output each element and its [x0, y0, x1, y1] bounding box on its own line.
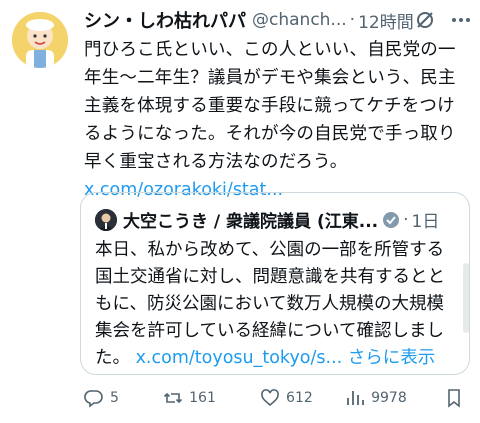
- quote-line: 集会を許可している経緯について確認しまし: [95, 321, 444, 341]
- reply-count: 5: [110, 390, 119, 406]
- reply-icon: [84, 390, 103, 408]
- bookmark-icon: [448, 389, 460, 408]
- tweet-text: 門ひろこ氏といい、この人といい、自民党の一 年生〜二年生？議員がデモや集会という…: [84, 36, 470, 176]
- retweet-icon: [164, 392, 183, 404]
- verified-badge-icon: [382, 211, 400, 229]
- grok-icon[interactable]: [414, 9, 436, 31]
- bookmark-button[interactable]: [444, 388, 470, 408]
- tweet-line: 早く重宝される方法なのだろう。: [84, 152, 348, 172]
- author-name[interactable]: シン・しわ枯れパパ: [84, 7, 246, 33]
- tweet-header: シン・しわ枯れパパ @chanch... · 12時間: [84, 6, 470, 34]
- views-button[interactable]: 9978: [345, 388, 444, 408]
- tweet-time[interactable]: 12時間: [358, 8, 414, 33]
- quote-author-name: 大空こうき / 衆議院議員 (江東...: [123, 212, 379, 232]
- show-more-link[interactable]: さらに表示: [348, 348, 436, 368]
- quote-last-prefix: た。: [95, 348, 130, 368]
- avatar-illustration: [12, 12, 68, 68]
- tweet-line: 年生〜二年生？議員がデモや集会という、民主: [84, 68, 456, 88]
- quote-time: 1日: [411, 212, 440, 232]
- retweet-count: 161: [189, 390, 216, 406]
- tweet-line: るようになった。それが今の自民党で手っ取り: [84, 124, 456, 144]
- separator-dot: ·: [349, 10, 356, 30]
- quote-header: 大空こうき / 衆議院議員 (江東... · 1日: [95, 207, 439, 232]
- retweet-button[interactable]: 161: [163, 388, 260, 408]
- reply-button[interactable]: 5: [84, 388, 163, 408]
- quote-text: 本日、私から改めて、公園の一部を所管する 国土交通省に対し、問題意識を共有すると…: [95, 237, 457, 372]
- avatar[interactable]: [12, 12, 68, 68]
- scrollbar[interactable]: [463, 263, 469, 333]
- author-handle[interactable]: @chanch...: [252, 10, 347, 30]
- like-count: 612: [286, 390, 313, 406]
- quote-line: 国土交通省に対し、問題意識を共有するとと: [95, 267, 445, 287]
- like-icon: [261, 389, 279, 407]
- tweet-body: シン・しわ枯れパパ @chanch... · 12時間 門ひろこ氏といい、この人…: [84, 6, 470, 204]
- action-bar: 5 161 612 9978: [84, 385, 470, 411]
- quote-avatar: [95, 208, 117, 231]
- views-icon: [347, 391, 365, 405]
- tweet-line: 主義を体現する重要な手段に競ってケチをつけ: [84, 96, 455, 116]
- views-count: 9978: [371, 390, 407, 406]
- more-icon[interactable]: [450, 9, 472, 31]
- quote-line: 本日、私から改めて、公園の一部を所管する: [95, 240, 445, 260]
- quote-line: た。 x.com/toyosu_tokyo/s... さらに表示: [95, 345, 457, 372]
- separator-dot: ·: [403, 209, 409, 230]
- like-button[interactable]: 612: [260, 388, 345, 408]
- tweet-line: 門ひろこ氏といい、この人といい、自民党の一: [84, 40, 456, 60]
- quoted-tweet-card[interactable]: 大空こうき / 衆議院議員 (江東... · 1日 本日、私から改めて、公園の一…: [80, 192, 470, 375]
- quote-link[interactable]: x.com/toyosu_tokyo/s...: [136, 348, 343, 368]
- quote-line: もに、防災公園において数万人規模の大規模: [95, 294, 444, 314]
